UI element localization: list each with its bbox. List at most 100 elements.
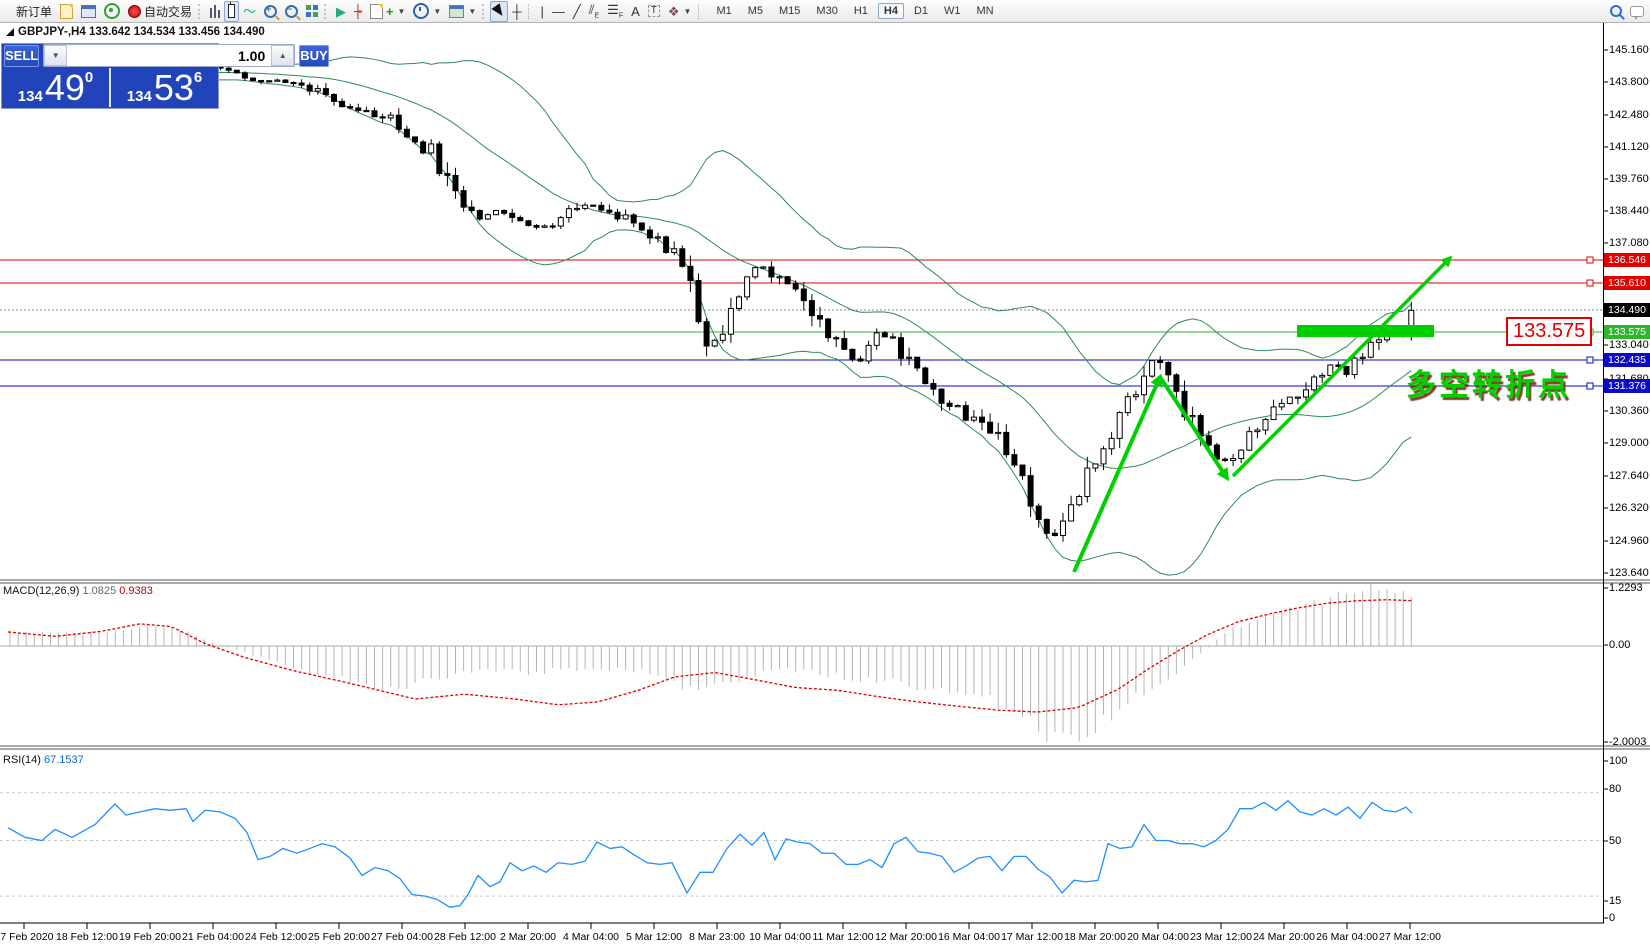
buy-price[interactable]: 134 53 6: [111, 68, 218, 107]
cursor-icon: [492, 3, 507, 19]
sell-price[interactable]: 134 49 0: [2, 68, 111, 107]
zoom-out-button[interactable]: −: [281, 1, 302, 22]
sell-button[interactable]: SELL: [4, 45, 39, 67]
autotrade-button[interactable]: 自动交易: [124, 1, 196, 22]
macd-axis-tick: -2.0003: [1609, 736, 1650, 748]
timeframe-m15[interactable]: M15: [773, 3, 806, 19]
macd-label: MACD(12,26,9) 1.0825 0.9383: [3, 585, 153, 597]
periods-clock-icon: [413, 3, 429, 19]
timeframe-d1[interactable]: D1: [908, 3, 934, 19]
auto-scroll-button[interactable]: ▶: [332, 1, 350, 22]
symbol-info: GBPJPY-,H4 133.642 134.534 133.456 134.4…: [6, 26, 265, 38]
buy-price-big: 53: [154, 73, 194, 104]
cn-annotation-text: 多空转折点: [1406, 360, 1571, 404]
periods-button[interactable]: ▼: [409, 1, 445, 22]
price-axis-tick: 143.800: [1609, 76, 1650, 88]
timeframe-w1[interactable]: W1: [938, 3, 967, 19]
zoom-in-button[interactable]: +: [260, 1, 281, 22]
level-price-callout[interactable]: 133.575: [1506, 317, 1592, 346]
macd-name: MACD(12,26,9): [3, 585, 79, 597]
indicators-button[interactable]: +▼: [366, 1, 410, 22]
sell-price-prefix: 134: [18, 89, 43, 104]
crosshair-tool-button[interactable]: ┼: [508, 1, 525, 22]
buy-button[interactable]: BUY: [299, 45, 328, 67]
macd-axis-tick: 0.00: [1609, 639, 1650, 651]
price-axis-tag[interactable]: 134.490: [1604, 303, 1650, 317]
price-axis-tick: 126.320: [1609, 502, 1650, 514]
templates-button[interactable]: ▼: [445, 1, 480, 22]
chart-window-button[interactable]: [56, 1, 77, 22]
templates-icon: [449, 5, 464, 18]
macd-main-value: 1.0825: [82, 585, 116, 597]
rsi-axis-tick: 50: [1609, 835, 1650, 847]
sell-price-sup: 0: [85, 70, 93, 85]
timeframe-m1[interactable]: M1: [710, 3, 737, 19]
bar-chart-button[interactable]: [206, 1, 224, 22]
rsi-axis-tick: 100: [1609, 755, 1650, 767]
horizontal-line-icon: —: [552, 5, 565, 18]
shapes-tool-button[interactable]: ❖▼: [664, 1, 696, 22]
new-order-icon: [0, 3, 13, 19]
text-icon: A: [631, 5, 640, 18]
price-axis-tag[interactable]: 131.376: [1604, 379, 1650, 393]
chart-shift-icon: ┾: [354, 5, 362, 18]
one-click-trade-panel: SELL ▼ ▲ BUY 134 49 0 134 53 6: [1, 43, 219, 109]
cursor-tool-button[interactable]: [490, 1, 508, 22]
rsi-value: 67.1537: [44, 754, 84, 766]
buy-price-sup: 6: [194, 70, 202, 85]
new-order-label: 新订单: [16, 3, 52, 20]
hline-tool-button[interactable]: —: [548, 1, 569, 22]
macd-axis-tick: 1.2293: [1609, 582, 1650, 594]
price-axis-tag[interactable]: 133.575: [1604, 325, 1650, 339]
fibonacci-tool-button[interactable]: ☰F: [603, 1, 627, 22]
trendline-tool-button[interactable]: ╱: [569, 1, 585, 22]
line-chart-button[interactable]: 〜: [239, 1, 260, 22]
price-axis-tag[interactable]: 135.610: [1604, 276, 1650, 290]
auto-scroll-icon: ▶: [336, 5, 346, 18]
timeframe-h1[interactable]: H1: [848, 3, 874, 19]
symbol-ohlc-text: GBPJPY-,H4 133.642 134.534 133.456 134.4…: [18, 26, 265, 38]
volume-down-button[interactable]: ▼: [44, 45, 67, 66]
buy-price-prefix: 134: [127, 89, 152, 104]
channel-icon: ⫽E: [589, 3, 599, 20]
fibonacci-icon: ☰F: [607, 3, 623, 20]
price-axis-tick: 127.640: [1609, 470, 1650, 482]
vertical-line-icon: |: [540, 5, 543, 18]
macd-signal-value: 0.9383: [119, 585, 153, 597]
vline-tool-button[interactable]: |: [536, 1, 547, 22]
chat-icon[interactable]: [1630, 6, 1644, 17]
chart-shift-button[interactable]: ┾: [350, 1, 366, 22]
line-chart-icon: 〜: [243, 5, 256, 18]
time-axis-label[interactable]: 27 Mar 12:00: [1372, 931, 1448, 943]
new-order-button[interactable]: 新订单: [0, 1, 56, 22]
volume-up-button[interactable]: ▲: [271, 45, 294, 66]
shapes-icon: ❖: [668, 5, 680, 18]
timeframe-mn[interactable]: MN: [971, 3, 1000, 19]
trendline-icon: ╱: [573, 5, 581, 18]
price-axis-tick: 124.960: [1609, 535, 1650, 547]
navigator-button[interactable]: [100, 1, 124, 22]
price-axis-tag[interactable]: 136.546: [1604, 253, 1650, 267]
chart-window-icon: [60, 4, 73, 19]
chart-canvas[interactable]: [0, 22, 1650, 945]
price-axis-tag[interactable]: 132.435: [1604, 353, 1650, 367]
market-watch-button[interactable]: [77, 1, 100, 22]
zoom-out-icon: −: [285, 5, 298, 18]
timeframe-h4[interactable]: H4: [878, 3, 904, 19]
rsi-axis-tick: 0: [1609, 912, 1650, 924]
channel-tool-button[interactable]: ⫽E: [585, 1, 603, 22]
indicators-caret-icon: ▼: [397, 7, 405, 16]
label-tool-button[interactable]: T: [644, 1, 664, 22]
search-icon[interactable]: [1610, 5, 1622, 17]
candle-chart-button[interactable]: [224, 1, 239, 22]
timeframe-m5[interactable]: M5: [742, 3, 769, 19]
text-tool-button[interactable]: A: [627, 1, 644, 22]
price-axis-tick: 142.480: [1609, 109, 1650, 121]
volume-input[interactable]: [67, 45, 271, 66]
price-axis-tick: 133.040: [1609, 339, 1650, 351]
timeframe-m30[interactable]: M30: [810, 3, 843, 19]
main-toolbar: 新订单 自动交易 〜 + − ▶ ┾ +▼ ▼ ▼ ┼ | — ╱ ⫽E ☰F …: [0, 0, 1650, 23]
autotrade-label: 自动交易: [144, 3, 192, 20]
tile-windows-button[interactable]: [302, 1, 322, 22]
rsi-axis-tick: 80: [1609, 783, 1650, 795]
